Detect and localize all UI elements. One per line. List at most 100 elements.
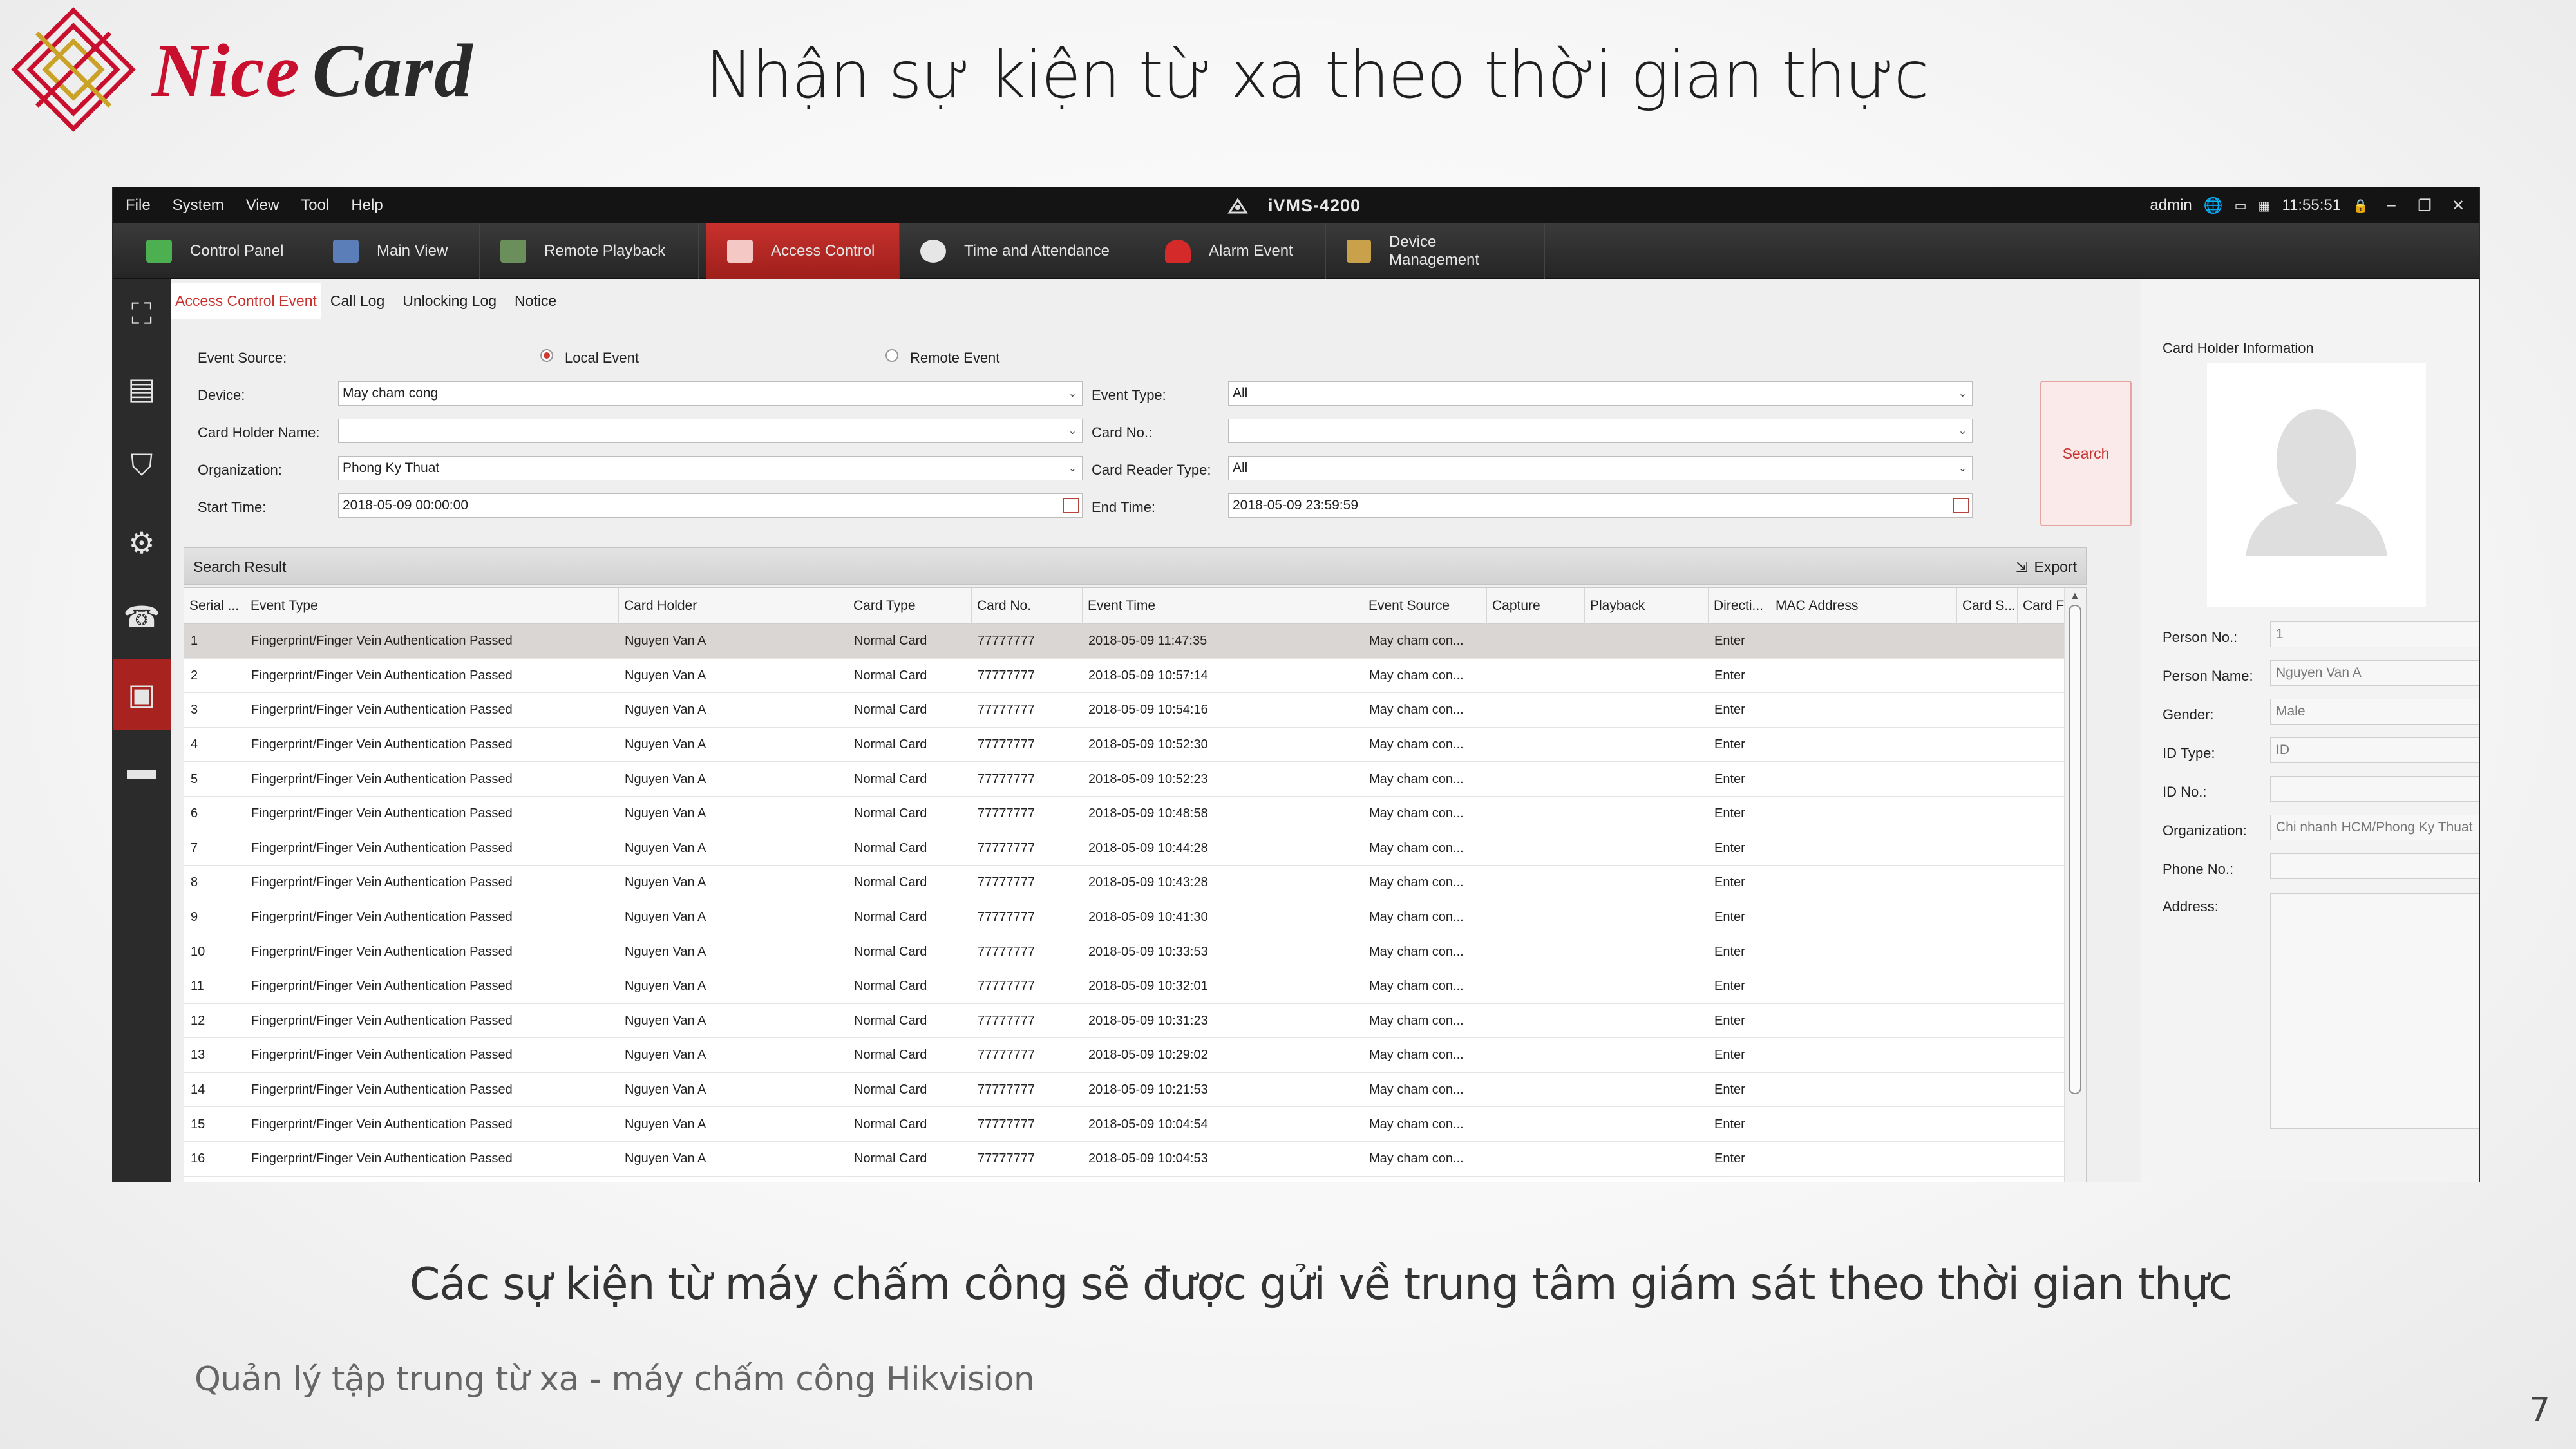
cell-card-type: Normal Card [854,910,927,925]
menu-tool[interactable]: Tool [301,196,329,214]
table-row[interactable]: 12 Fingerprint/Finger Vein Authentication… [184,1004,2065,1039]
col-event-time[interactable]: Event Time [1082,588,1363,624]
settings-icon[interactable]: ⚙ [113,507,171,578]
start-time-input[interactable]: 2018-05-09 00:00:00 [338,493,1083,518]
tab-alarm-event[interactable]: Alarm Event [1144,223,1326,279]
cell-direction: Enter [1714,840,1745,855]
lock-icon[interactable]: 🔒 [2353,198,2369,214]
tab-control-panel[interactable]: Control Panel [126,223,312,279]
cell-direction: Enter [1714,1083,1745,1097]
subtab-call-log[interactable]: Call Log [321,292,393,319]
tab-remote-playback[interactable]: Remote Playback [480,223,699,279]
event-type-select[interactable]: All ⌄ [1228,381,1973,406]
menu-help[interactable]: Help [351,196,383,214]
cell-event-type: Fingerprint/Finger Vein Authentication P… [251,979,513,994]
menu-system[interactable]: System [173,196,224,214]
cell-serial: 14 [191,1083,205,1097]
keyboard-icon[interactable]: ▭ [2235,198,2247,214]
card-holder-info-title: Card Holder Information [2163,340,2314,356]
card-reader-type-select[interactable]: All ⌄ [1228,456,1973,480]
restore-icon[interactable]: ❐ [2414,196,2436,215]
table-row[interactable]: 4 Fingerprint/Finger Vein Authentication … [184,728,2065,762]
table-row[interactable]: 10 Fingerprint/Finger Vein Authentication… [184,934,2065,969]
col-playback[interactable]: Playback [1584,588,1708,624]
cell-serial: 1 [191,634,198,649]
calendar-icon[interactable] [1063,498,1079,513]
cell-direction: Enter [1714,806,1745,821]
col-card-holder[interactable]: Card Holder [618,588,848,624]
cell-event-source: May cham con... [1369,944,1464,959]
table-row[interactable]: 6 Fingerprint/Finger Vein Authentication … [184,797,2065,831]
access-group-icon[interactable]: ⛶ [113,279,171,350]
event-search-icon[interactable]: ▣ [113,659,171,730]
cell-event-time: 2018-05-09 10:57:14 [1088,668,1208,683]
avatar [2207,363,2426,607]
col-capture[interactable]: Capture [1486,588,1584,624]
cell-event-source: May cham con... [1369,1117,1464,1132]
chevron-down-icon: ⌄ [1953,382,1972,405]
cell-card-no: 77777777 [978,1117,1035,1132]
calendar-icon[interactable]: ▦ [2259,198,2271,214]
cell-event-time: 2018-05-09 10:54:16 [1088,703,1208,717]
subtab-notice[interactable]: Notice [506,292,565,319]
video-intercom-icon[interactable]: ☎ [113,582,171,652]
col-serial[interactable]: Serial ... [184,588,245,624]
card-no-select[interactable]: ⌄ [1228,419,1973,443]
local-event-radio[interactable] [540,349,553,362]
cell-card-type: Normal Card [854,634,927,649]
table-row[interactable]: 9 Fingerprint/Finger Vein Authentication … [184,900,2065,935]
tab-device-management[interactable]: Device Management [1326,223,1545,279]
table-row[interactable]: 14 Fingerprint/Finger Vein Authentication… [184,1073,2065,1108]
cell-direction: Enter [1714,1117,1745,1132]
table-row[interactable]: 2 Fingerprint/Finger Vein Authentication … [184,659,2065,694]
table-row[interactable]: 8 Fingerprint/Finger Vein Authentication … [184,866,2065,900]
status-icon[interactable]: ▬ [113,733,171,804]
search-button[interactable]: Search [2040,381,2132,526]
table-row[interactable]: 16 Fingerprint/Finger Vein Authentication… [184,1142,2065,1177]
col-mac-address[interactable]: MAC Address [1770,588,1956,624]
cell-card-type: Normal Card [854,875,927,890]
col-card-status[interactable]: Card S... [1956,588,2017,624]
col-direction[interactable]: Directi... [1708,588,1770,624]
remote-event-radio[interactable] [886,349,898,362]
schedule-icon[interactable]: ▤ [113,353,171,424]
tab-main-view[interactable]: Main View [312,223,480,279]
col-event-type[interactable]: Event Type [245,588,618,624]
export-button[interactable]: ⇲ Export [2016,558,2077,576]
col-card-no[interactable]: Card No. [971,588,1082,624]
col-event-source[interactable]: Event Source [1363,588,1486,624]
table-row[interactable]: 3 Fingerprint/Finger Vein Authentication … [184,693,2065,728]
cell-serial: 3 [191,703,198,717]
subtab-unlocking-log[interactable]: Unlocking Log [393,292,506,319]
calendar-icon[interactable] [1953,498,1969,513]
device-select[interactable]: May cham cong ⌄ [338,381,1083,406]
table-row[interactable]: 15 Fingerprint/Finger Vein Authentication… [184,1107,2065,1142]
table-row[interactable]: 1 Fingerprint/Finger Vein Authentication … [184,624,2065,659]
slide-title: Nhận sự kiện từ xa theo thời gian thực [705,37,1929,113]
table-row[interactable]: 7 Fingerprint/Finger Vein Authentication … [184,831,2065,866]
subtab-access-control-event[interactable]: Access Control Event [171,283,321,319]
col-card-type[interactable]: Card Type [848,588,971,624]
card-holder-name-select[interactable]: ⌄ [338,419,1083,443]
scroll-up-icon[interactable]: ▲ [2070,591,2080,602]
col-card-f[interactable]: Card F [2017,588,2065,624]
globe-icon[interactable]: 🌐 [2204,196,2223,215]
table-row[interactable]: 13 Fingerprint/Finger Vein Authentication… [184,1038,2065,1073]
cell-event-time: 2018-05-09 10:48:58 [1088,806,1208,821]
nicecard-logo-mark-icon [11,7,136,132]
close-icon[interactable]: ✕ [2447,196,2469,215]
table-scrollbar[interactable]: ▲ [2064,588,2086,1182]
tab-access-control[interactable]: Access Control [706,223,900,279]
cell-event-time: 2018-05-09 10:04:54 [1088,1117,1208,1132]
organization-select[interactable]: Phong Ky Thuat ⌄ [338,456,1083,480]
cell-card-type: Normal Card [854,703,927,717]
menu-file[interactable]: File [126,196,151,214]
tab-time-attendance[interactable]: Time and Attendance [900,223,1144,279]
menu-view[interactable]: View [246,196,279,214]
minimize-icon[interactable]: – [2380,196,2402,215]
scrollbar-thumb[interactable] [2069,605,2081,1094]
shield-icon[interactable]: ⛉ [113,430,171,501]
end-time-input[interactable]: 2018-05-09 23:59:59 [1228,493,1973,518]
table-row[interactable]: 5 Fingerprint/Finger Vein Authentication … [184,762,2065,797]
table-row[interactable]: 11 Fingerprint/Finger Vein Authentication… [184,969,2065,1004]
